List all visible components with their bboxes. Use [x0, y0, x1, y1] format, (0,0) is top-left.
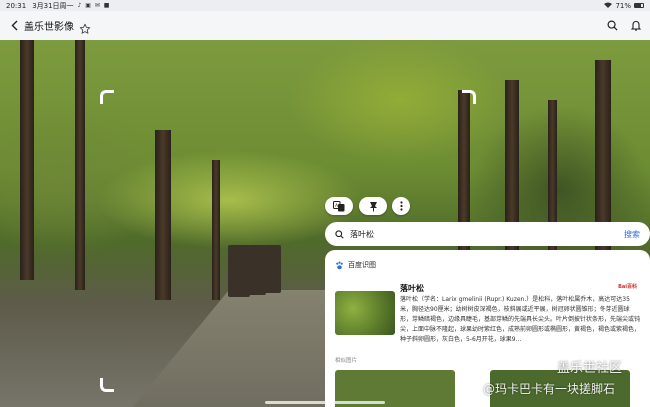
pin-icon [369, 201, 377, 211]
wifi-icon [604, 2, 613, 10]
star-icon [79, 23, 91, 34]
home-indicator[interactable] [265, 401, 385, 404]
result-source-label: 百度识图 [348, 261, 376, 269]
bench [263, 245, 281, 293]
result-source: 百度识图 [335, 260, 640, 270]
favorite-button[interactable] [79, 20, 91, 34]
search-icon [607, 20, 618, 31]
tree-trunk [75, 40, 85, 290]
back-icon [11, 20, 17, 31]
tree-trunk [155, 130, 171, 300]
pin-button[interactable] [359, 197, 387, 215]
search-query[interactable]: 落叶松 [350, 229, 374, 240]
similar-images-label: 相似图片 [335, 358, 358, 364]
battery-text: 71% [615, 1, 631, 10]
back-button[interactable] [8, 19, 20, 33]
app-bar: 盖乐世影像 [0, 11, 650, 40]
tree-trunk [20, 40, 34, 280]
bench [228, 245, 250, 297]
translate-icon: A [333, 200, 345, 211]
watermark-author: @玛卡巴卡有一块搓脚石 [483, 382, 616, 396]
tree-trunk [212, 160, 220, 300]
search-icon [335, 229, 344, 239]
notification-icons: ♪ ▣ ✉ ■ [77, 2, 111, 9]
status-date: 3月31日周一 [32, 1, 74, 10]
search-submit-button[interactable]: 搜索 [624, 229, 640, 240]
more-button[interactable] [392, 197, 410, 215]
battery-icon [634, 3, 644, 8]
notification-button[interactable] [630, 20, 642, 32]
baidu-logo: Bai百科 [618, 284, 637, 290]
bell-icon [631, 20, 641, 31]
baidu-paw-icon [336, 261, 343, 269]
watermark-community: 盖乐世社区 [557, 361, 623, 376]
search-bar[interactable]: 落叶松 搜索 [325, 222, 650, 246]
crop-corner-top-left[interactable] [100, 90, 114, 104]
status-bar: 20:31 3月31日周一 ♪ ▣ ✉ ■ 71% [0, 0, 650, 11]
app-title: 盖乐世影像 [24, 22, 74, 33]
more-icon [399, 201, 403, 211]
crop-corner-top-right[interactable] [462, 90, 476, 104]
result-name[interactable]: 落叶松 [400, 283, 424, 294]
search-button[interactable] [606, 20, 618, 32]
status-time: 20:31 [6, 1, 27, 10]
translate-button[interactable]: A [325, 197, 353, 215]
result-description: 落叶松（学名：Larix gmelinii (Rupr.) Kuzen.）是松科… [400, 296, 641, 343]
result-thumbnail[interactable] [335, 291, 395, 335]
crop-corner-bottom-left[interactable] [100, 378, 114, 392]
